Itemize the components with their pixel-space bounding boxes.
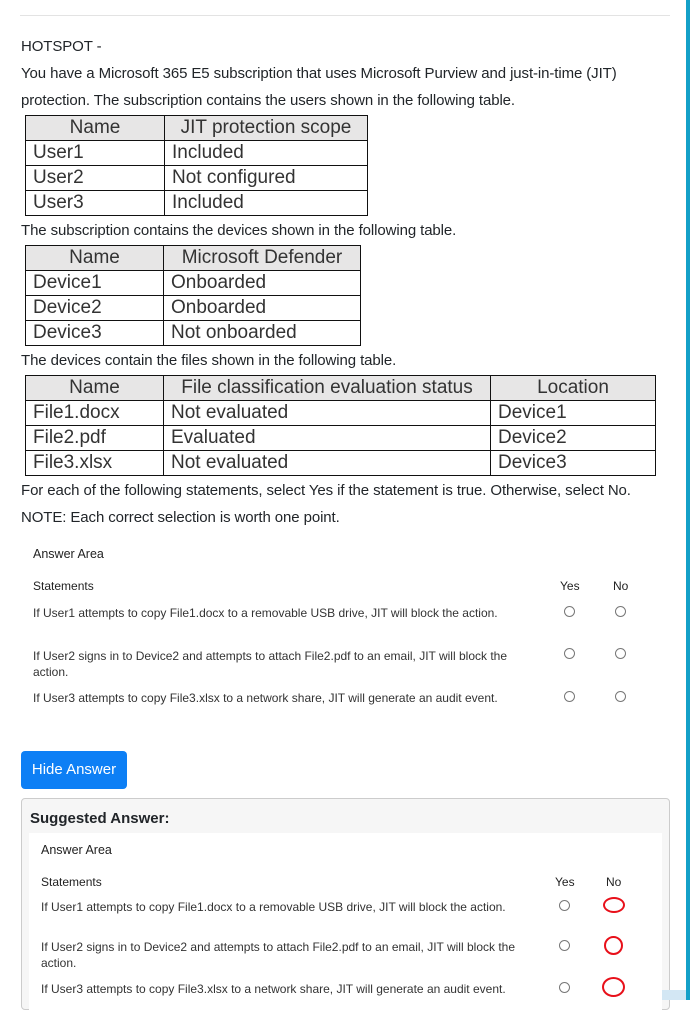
suggested-statement-1-text: If User1 attempts to copy File1.docx to … [41, 900, 506, 914]
files-col-location: Location [490, 375, 656, 401]
table-row: File2.pdf Evaluated Device2 [25, 425, 656, 451]
files-cell: Evaluated [163, 425, 491, 451]
suggested-statement-2: If User2 signs in to Device2 and attempt… [41, 939, 541, 971]
table-row: File3.xlsx Not evaluated Device3 [25, 450, 656, 476]
suggested-statement-3-text: If User3 attempts to copy File3.xlsx to … [41, 982, 506, 996]
question-intro-line-2: protection. The subscription contains th… [21, 92, 515, 109]
suggested-2-yes-radio [559, 940, 570, 951]
files-cell: Not evaluated [163, 450, 491, 476]
suggested-1-no-selected-mark [603, 897, 625, 913]
table-row: Device1 Onboarded [25, 270, 361, 296]
users-cell: User2 [25, 165, 165, 191]
suggested-no-header: No [606, 875, 622, 889]
page-right-border [686, 0, 690, 1000]
suggested-statements-header: Statements [41, 875, 102, 889]
yes-header: Yes [560, 579, 580, 593]
note: NOTE: Each correct selection is worth on… [21, 509, 340, 526]
files-cell: File2.pdf [25, 425, 164, 451]
table-row: User2 Not configured [25, 165, 368, 191]
top-divider [20, 15, 670, 16]
hide-answer-button[interactable]: Hide Answer [21, 751, 127, 789]
statement-3: If User3 attempts to copy File3.xlsx to … [33, 690, 533, 706]
devices-cell: Device1 [25, 270, 164, 296]
table-row: File1.docx Not evaluated Device1 [25, 400, 656, 426]
devices-cell: Device2 [25, 295, 164, 321]
table-row: User3 Included [25, 190, 368, 216]
suggested-yes-header: Yes [555, 875, 575, 889]
statement-3-yes-radio[interactable] [564, 691, 575, 702]
statement-1-text: If User1 attempts to copy File1.docx to … [33, 606, 498, 620]
users-cell: Included [164, 190, 368, 216]
answer-area: Answer Area Statements Yes No If User1 a… [21, 543, 666, 728]
instruction: For each of the following statements, se… [21, 482, 631, 499]
files-cell: File1.docx [25, 400, 164, 426]
suggested-3-no-selected-mark [602, 977, 625, 997]
statement-1: If User1 attempts to copy File1.docx to … [33, 605, 533, 621]
table-row: Device3 Not onboarded [25, 320, 361, 346]
devices-cell: Device3 [25, 320, 164, 346]
statement-3-text: If User3 attempts to copy File3.xlsx to … [33, 691, 498, 705]
answer-area-title: Answer Area [33, 547, 104, 561]
suggested-2-no-selected-mark [604, 936, 623, 955]
table-row: Device2 Onboarded [25, 295, 361, 321]
table-row: User1 Included [25, 140, 368, 166]
devices-table: Name Microsoft Defender Device1 Onboarde… [25, 245, 361, 346]
suggested-statement-1: If User1 attempts to copy File1.docx to … [41, 899, 541, 915]
files-cell: File3.xlsx [25, 450, 164, 476]
files-intro: The devices contain the files shown in t… [21, 352, 397, 369]
question-intro-line-1: You have a Microsoft 365 E5 subscription… [21, 65, 617, 82]
files-cell: Device2 [490, 425, 656, 451]
no-header: No [613, 579, 629, 593]
users-cell: Included [164, 140, 368, 166]
files-col-name: Name [25, 375, 164, 401]
statement-1-yes-radio[interactable] [564, 606, 575, 617]
statement-3-no-radio[interactable] [615, 691, 626, 702]
devices-cell: Onboarded [163, 270, 361, 296]
files-table: Name File classification evaluation stat… [25, 375, 656, 476]
devices-intro: The subscription contains the devices sh… [21, 222, 457, 239]
users-table: Name JIT protection scope User1 Included… [25, 115, 368, 216]
users-col-name: Name [25, 115, 165, 141]
statement-2-yes-radio[interactable] [564, 648, 575, 659]
suggested-3-yes-radio [559, 982, 570, 993]
suggested-statement-3: If User3 attempts to copy File3.xlsx to … [41, 981, 541, 997]
scroll-corner [662, 990, 686, 1000]
devices-cell: Not onboarded [163, 320, 361, 346]
devices-col-defender: Microsoft Defender [163, 245, 361, 271]
files-cell: Not evaluated [163, 400, 491, 426]
files-col-status: File classification evaluation status [163, 375, 491, 401]
statement-1-no-radio[interactable] [615, 606, 626, 617]
devices-cell: Onboarded [163, 295, 361, 321]
suggested-answer-panel: Suggested Answer: Answer Area Statements… [21, 798, 670, 1013]
users-cell: User3 [25, 190, 165, 216]
question-body: HOTSPOT - You have a Microsoft 365 E5 su… [21, 33, 666, 728]
suggested-statement-2-text: If User2 signs in to Device2 and attempt… [41, 940, 516, 954]
statement-2-no-radio[interactable] [615, 648, 626, 659]
users-col-jit: JIT protection scope [164, 115, 368, 141]
files-cell: Device3 [490, 450, 656, 476]
files-cell: Device1 [490, 400, 656, 426]
users-cell: User1 [25, 140, 165, 166]
suggested-answer-area: Answer Area Statements Yes No If User1 a… [29, 833, 662, 1013]
suggested-answer-area-title: Answer Area [41, 843, 112, 857]
suggested-statement-2-text-cont: action. [41, 956, 77, 970]
statement-2-text: If User2 signs in to Device2 and attempt… [33, 649, 508, 663]
devices-col-name: Name [25, 245, 164, 271]
statement-2-text-cont: action. [33, 665, 69, 679]
statements-header: Statements [33, 579, 94, 593]
suggested-1-yes-radio [559, 900, 570, 911]
question-header: HOTSPOT - [21, 38, 102, 55]
statement-2: If User2 signs in to Device2 and attempt… [33, 648, 533, 680]
suggested-answer-title: Suggested Answer: [30, 810, 170, 827]
users-cell: Not configured [164, 165, 368, 191]
